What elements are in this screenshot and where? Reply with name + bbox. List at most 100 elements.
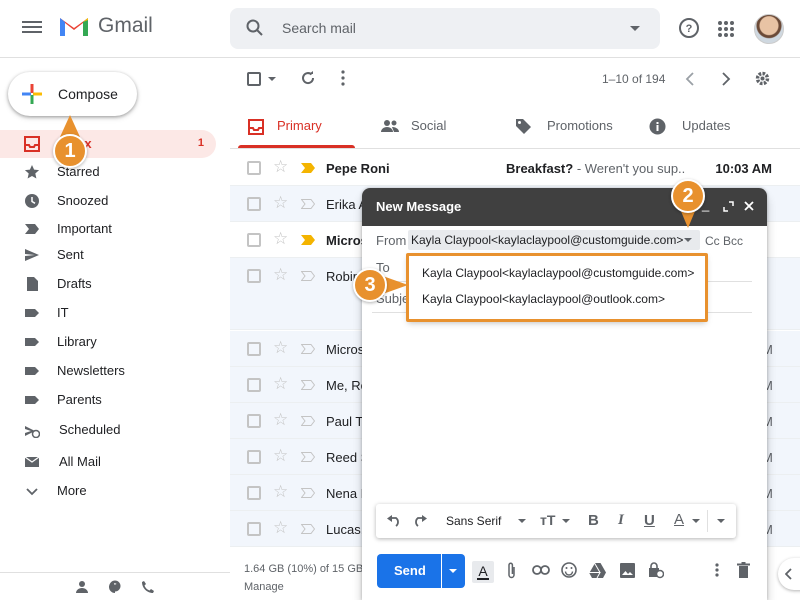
sidebar-item-snoozed[interactable]: Snoozed xyxy=(0,187,216,215)
person-icon[interactable] xyxy=(75,580,89,594)
sidebar-item-library[interactable]: Library xyxy=(0,328,216,356)
italic-icon[interactable]: I xyxy=(618,512,624,529)
expand-icon[interactable] xyxy=(723,201,734,212)
search-options-icon[interactable] xyxy=(630,26,640,31)
search-input[interactable] xyxy=(282,18,602,38)
important-marker-icon[interactable] xyxy=(301,235,315,245)
discard-draft-icon[interactable] xyxy=(737,562,750,578)
star-icon[interactable]: ☆ xyxy=(273,375,288,392)
sidebar-item-sent[interactable]: Sent xyxy=(0,241,216,269)
dropdown-caret-icon[interactable] xyxy=(684,238,692,242)
drive-icon[interactable] xyxy=(589,563,606,578)
row-checkbox[interactable] xyxy=(247,414,261,428)
schedule-send-button[interactable] xyxy=(442,554,465,588)
sidebar-item-important[interactable]: Important xyxy=(0,215,216,243)
sidebar-item-drafts[interactable]: Drafts xyxy=(0,270,216,298)
star-icon[interactable]: ☆ xyxy=(273,483,288,500)
settings-gear-icon[interactable] xyxy=(754,70,771,87)
important-marker-icon[interactable] xyxy=(301,344,315,354)
more-options-icon[interactable] xyxy=(715,563,719,577)
star-icon[interactable]: ☆ xyxy=(273,519,288,536)
row-checkbox[interactable] xyxy=(247,161,261,175)
important-marker-icon[interactable] xyxy=(301,524,315,534)
account-avatar[interactable] xyxy=(754,14,784,44)
from-select[interactable]: Kayla Claypool<kaylaclaypool@customguide… xyxy=(408,230,700,250)
bold-icon[interactable]: B xyxy=(588,512,599,529)
row-checkbox[interactable] xyxy=(247,197,261,211)
more-vert-icon[interactable] xyxy=(340,70,346,86)
font-caret-icon[interactable] xyxy=(518,519,526,523)
row-checkbox[interactable] xyxy=(247,233,261,247)
more-formatting-icon[interactable] xyxy=(717,519,725,523)
important-marker-icon[interactable] xyxy=(301,416,315,426)
sidebar-item-it[interactable]: IT xyxy=(0,299,216,327)
send-button[interactable]: Send xyxy=(377,554,441,588)
previous-page-icon[interactable] xyxy=(685,72,695,86)
underline-icon[interactable]: U xyxy=(644,512,655,529)
tab-updates[interactable]: Updates xyxy=(640,100,770,148)
manage-storage-link[interactable]: Manage xyxy=(244,581,284,593)
row-checkbox[interactable] xyxy=(247,450,261,464)
important-marker-icon[interactable] xyxy=(301,452,315,462)
undo-icon[interactable] xyxy=(386,515,402,527)
text-size-icon[interactable]: ᴛT xyxy=(540,512,555,528)
main-menu-icon[interactable] xyxy=(22,18,42,38)
apps-icon[interactable] xyxy=(717,20,735,38)
close-icon[interactable] xyxy=(744,201,754,211)
next-page-icon[interactable] xyxy=(721,72,731,86)
row-checkbox[interactable] xyxy=(247,378,261,392)
color-caret-icon[interactable] xyxy=(692,519,700,523)
star-icon[interactable]: ☆ xyxy=(273,411,288,428)
compose-button[interactable]: Compose xyxy=(8,72,137,116)
side-panel-toggle[interactable] xyxy=(778,558,800,590)
tab-promotions[interactable]: Promotions xyxy=(505,100,635,148)
sidebar-item-more[interactable]: More xyxy=(0,477,216,505)
tab-social[interactable]: Social xyxy=(370,100,500,148)
sidebar-item-parents[interactable]: Parents xyxy=(0,386,216,414)
star-icon[interactable]: ☆ xyxy=(273,158,288,175)
size-caret-icon[interactable] xyxy=(562,519,570,523)
select-options-icon[interactable] xyxy=(268,77,276,81)
important-marker-icon[interactable] xyxy=(301,488,315,498)
link-icon[interactable] xyxy=(532,565,550,575)
sidebar-item-all-mail[interactable]: All Mail xyxy=(0,448,216,476)
sidebar-item-inbox[interactable]: Inbox 1 xyxy=(0,130,216,158)
refresh-icon[interactable] xyxy=(300,70,316,86)
help-icon[interactable]: ? xyxy=(678,17,700,39)
star-icon[interactable]: ☆ xyxy=(273,266,288,283)
gmail-logo[interactable]: Gmail xyxy=(58,14,153,38)
cc-bcc-link[interactable]: Cc Bcc xyxy=(705,234,743,248)
star-icon[interactable]: ☆ xyxy=(273,339,288,356)
text-color-icon[interactable]: A xyxy=(674,511,684,528)
important-marker-icon[interactable] xyxy=(301,380,315,390)
email-row[interactable]: ☆ Pepe Roni Breakfast? - Weren't you sup… xyxy=(230,150,800,186)
compose-header[interactable]: New Message _ xyxy=(362,188,767,226)
star-icon[interactable]: ☆ xyxy=(273,447,288,464)
row-checkbox[interactable] xyxy=(247,486,261,500)
important-marker-icon[interactable] xyxy=(301,199,315,209)
search-bar[interactable] xyxy=(230,8,660,49)
sidebar-item-starred[interactable]: Starred xyxy=(0,158,216,186)
important-marker-icon[interactable] xyxy=(301,163,315,173)
attach-icon[interactable] xyxy=(507,562,517,580)
star-icon[interactable]: ☆ xyxy=(273,230,288,247)
confidential-mode-icon[interactable] xyxy=(648,562,664,579)
phone-icon[interactable] xyxy=(141,580,155,594)
font-family-select[interactable]: Sans Serif xyxy=(446,514,501,528)
row-checkbox[interactable] xyxy=(247,269,261,283)
row-checkbox[interactable] xyxy=(247,522,261,536)
tab-primary[interactable]: Primary xyxy=(238,100,355,148)
photo-icon[interactable] xyxy=(620,563,635,578)
hangouts-icon[interactable]: " xyxy=(108,580,122,594)
row-checkbox[interactable] xyxy=(247,342,261,356)
search-icon[interactable] xyxy=(246,19,264,37)
label-icon xyxy=(25,367,39,375)
select-all-checkbox[interactable] xyxy=(247,72,261,86)
important-marker-icon[interactable] xyxy=(301,271,315,281)
formatting-options-icon[interactable]: A xyxy=(472,561,494,583)
sidebar-item-scheduled[interactable]: Scheduled xyxy=(0,416,216,444)
emoji-icon[interactable] xyxy=(561,562,577,578)
star-icon[interactable]: ☆ xyxy=(273,194,288,211)
sidebar-item-newsletters[interactable]: Newsletters xyxy=(0,357,216,385)
redo-icon[interactable] xyxy=(412,515,428,527)
